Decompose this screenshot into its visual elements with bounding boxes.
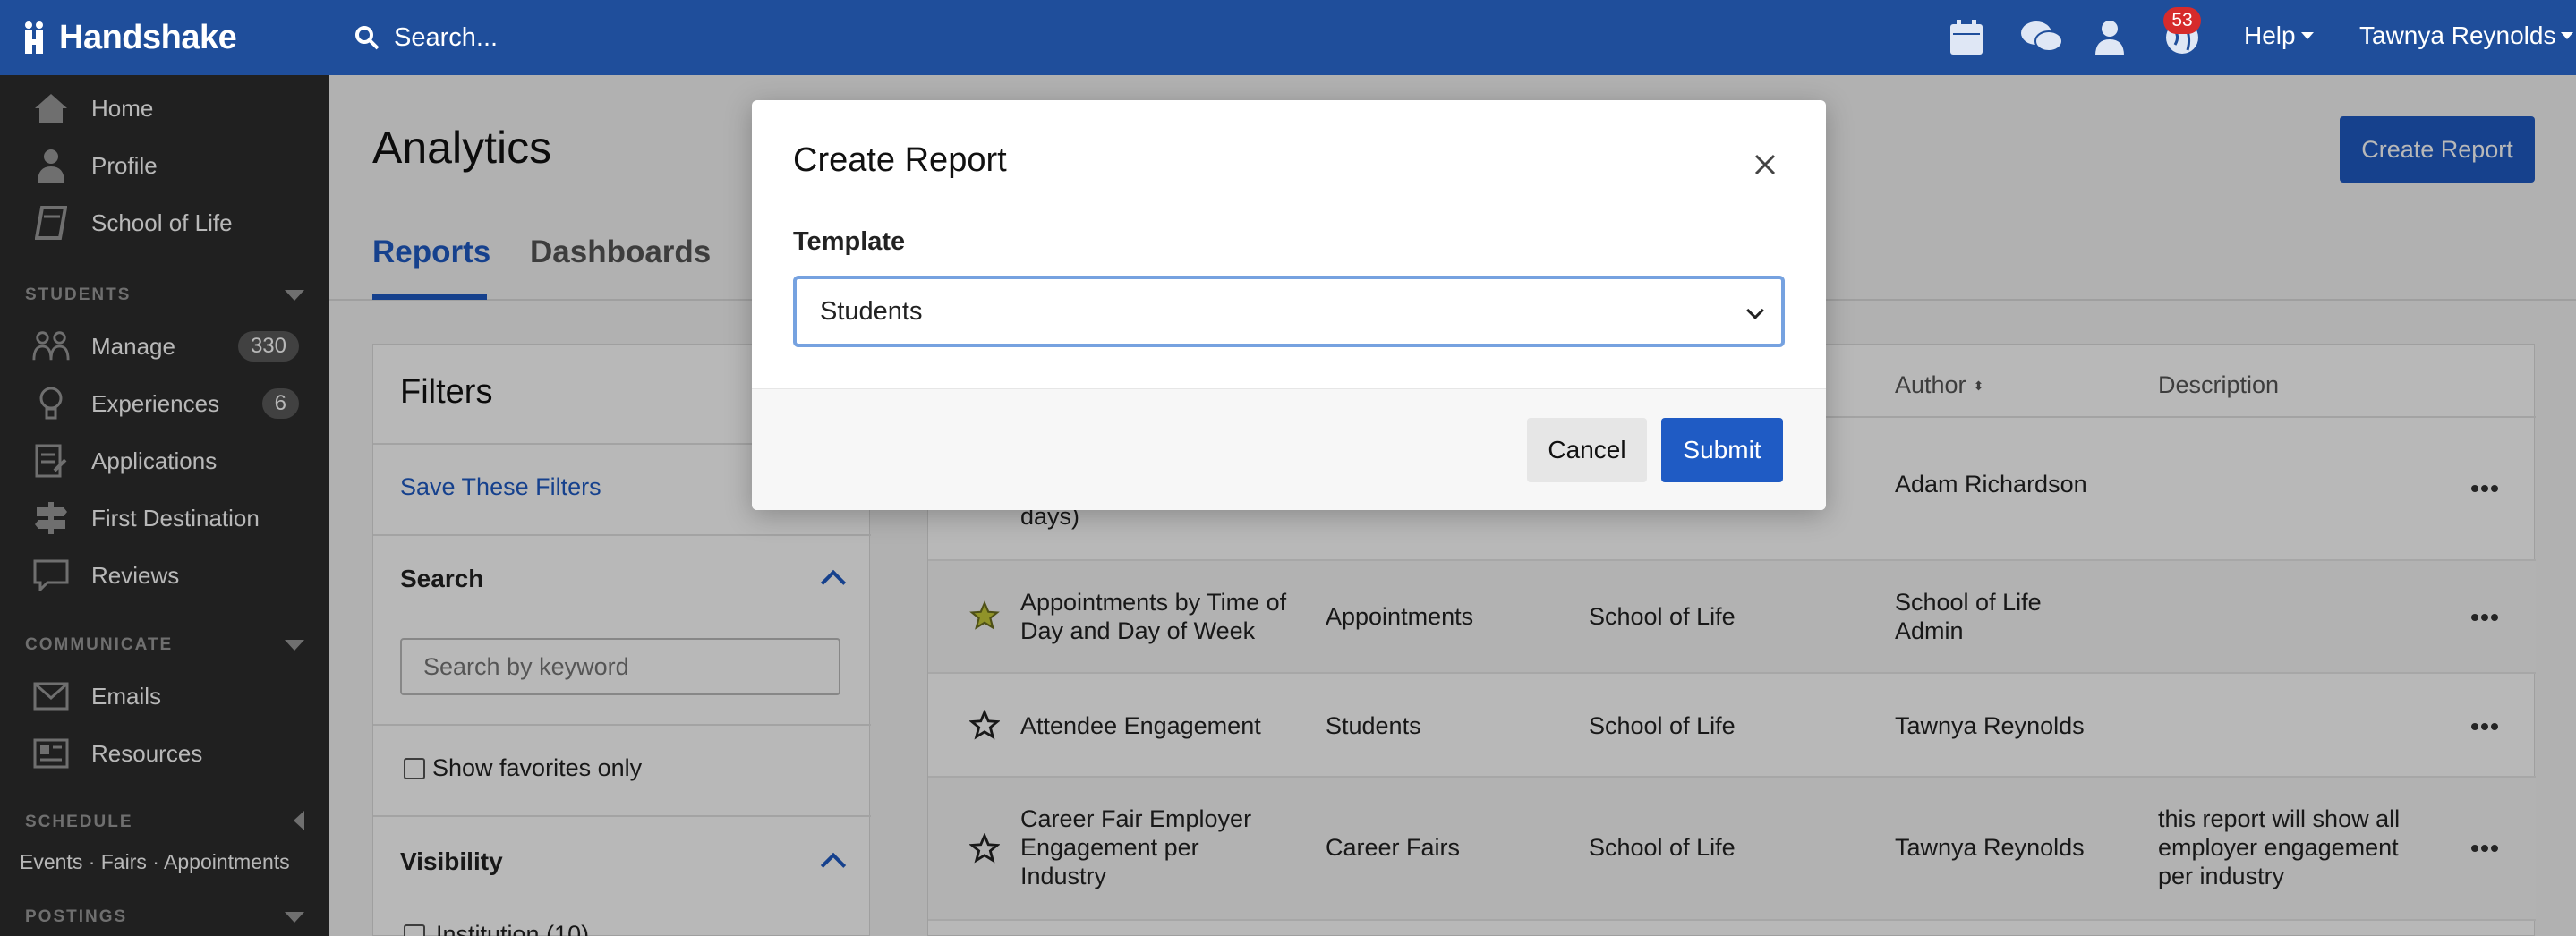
cancel-button[interactable]: Cancel — [1527, 418, 1647, 482]
modal-title: Create Report — [793, 141, 1007, 179]
logo-text: Handshake — [59, 18, 237, 56]
calendar-icon[interactable] — [1945, 16, 1988, 59]
help-menu[interactable]: Help — [2244, 21, 2314, 50]
notification-badge: 53 — [2163, 7, 2201, 34]
search-placeholder: Search... — [394, 22, 499, 52]
user-menu[interactable]: Tawnya Reynolds — [2359, 21, 2574, 50]
template-label: Template — [793, 227, 906, 256]
search-icon — [355, 26, 380, 50]
top-navbar: Handshake Search... 53 Help Tawnya Reyno… — [0, 0, 2576, 75]
help-label: Help — [2244, 21, 2296, 49]
create-report-modal: Create Report Template Students Cancel S… — [752, 100, 1826, 510]
chevron-down-icon — [2561, 32, 2574, 39]
handshake-logo-icon — [25, 21, 43, 54]
chevron-down-icon — [1746, 302, 1764, 319]
global-search[interactable]: Search... — [354, 18, 498, 57]
user-name: Tawnya Reynolds — [2359, 21, 2556, 49]
modal-footer: Cancel Submit — [752, 388, 1826, 510]
template-selected-value: Students — [820, 296, 923, 326]
submit-button[interactable]: Submit — [1661, 418, 1783, 482]
chevron-down-icon — [2300, 32, 2314, 39]
close-icon[interactable] — [1745, 145, 1785, 184]
template-select[interactable]: Students — [793, 276, 1785, 347]
handshake-logo[interactable]: Handshake — [25, 18, 237, 57]
chat-bubbles-icon[interactable] — [2020, 16, 2063, 59]
person-icon[interactable] — [2088, 16, 2131, 59]
